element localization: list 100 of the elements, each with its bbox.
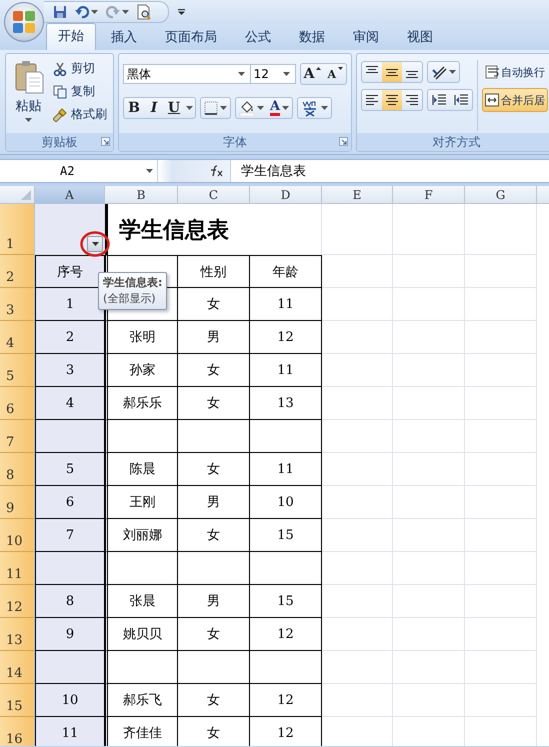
table-cell xyxy=(322,420,393,453)
caret-icon xyxy=(282,72,290,76)
cut-button[interactable]: 剪切 xyxy=(51,58,109,79)
indent-icon xyxy=(453,92,469,108)
font-size-dropdown[interactable]: 12 xyxy=(250,64,296,84)
ribbon-tab[interactable]: 数据 xyxy=(286,24,338,50)
paste-button[interactable]: 粘贴 xyxy=(10,58,47,133)
grow-font-button[interactable]: A xyxy=(300,64,324,84)
row-header[interactable]: 11 xyxy=(0,552,35,585)
customize-button[interactable] xyxy=(175,8,188,16)
ribbon-tab[interactable]: 公式 xyxy=(232,24,284,50)
underline-button[interactable]: U xyxy=(164,98,184,118)
merge-center-button[interactable]: 合并后居 xyxy=(482,88,548,112)
font-name-dropdown[interactable]: 黑体 xyxy=(123,64,251,84)
table-cell: 年龄 xyxy=(250,255,322,288)
redo-button[interactable] xyxy=(103,4,132,20)
column-header[interactable]: F xyxy=(393,186,465,204)
row-header[interactable]: 2 xyxy=(0,255,35,288)
row-header[interactable]: 4 xyxy=(0,321,35,354)
row-header[interactable]: 1 xyxy=(0,204,35,255)
caret-icon xyxy=(186,106,193,110)
dropdown-button[interactable] xyxy=(87,236,103,252)
column-header[interactable]: C xyxy=(178,186,250,204)
caret-icon xyxy=(449,70,456,74)
row-header[interactable]: 13 xyxy=(0,618,35,651)
column-header[interactable]: G xyxy=(465,186,537,204)
formula-field[interactable]: 学生信息表 xyxy=(230,160,549,182)
table-cell xyxy=(393,486,465,519)
italic-button[interactable]: I xyxy=(144,98,164,118)
table-cell: 10 xyxy=(250,486,322,519)
table-cell xyxy=(322,684,393,717)
row-header[interactable]: 7 xyxy=(0,420,35,453)
table-cell: 女 xyxy=(178,717,250,746)
copy-button[interactable]: 复制 xyxy=(51,81,109,102)
table-cell: 11 xyxy=(250,453,322,486)
table-cell xyxy=(322,486,393,519)
column-header[interactable]: E xyxy=(322,186,393,204)
table-cell xyxy=(393,651,465,684)
undo-arrow-icon xyxy=(75,5,89,19)
table-cell: 男 xyxy=(178,321,250,354)
row-header[interactable]: 14 xyxy=(0,651,35,684)
row-header[interactable]: 10 xyxy=(0,519,35,552)
table-cell xyxy=(178,420,250,453)
table-cell: 姚贝贝 xyxy=(105,618,178,651)
table-cell: 男 xyxy=(178,486,250,519)
row-header[interactable]: 6 xyxy=(0,387,35,420)
up-triangle-icon xyxy=(316,67,322,70)
table-cell xyxy=(393,387,465,420)
shrink-font-button[interactable]: A xyxy=(324,64,346,84)
ribbon-tab[interactable]: 插入 xyxy=(98,24,150,50)
undo-button[interactable] xyxy=(72,4,101,20)
ribbon-tab[interactable]: 页面布局 xyxy=(152,24,230,50)
alignment-button[interactable] xyxy=(382,90,402,110)
row-header[interactable]: 5 xyxy=(0,354,35,387)
alignment-button[interactable] xyxy=(382,62,402,82)
ribbon-tab[interactable]: 开始 xyxy=(46,23,96,50)
redo-arrow-icon xyxy=(106,5,120,19)
table-cell xyxy=(322,321,393,354)
bold-button[interactable]: B xyxy=(124,98,144,118)
table-cell xyxy=(35,552,105,585)
table-cell xyxy=(393,420,465,453)
ribbon-tab[interactable]: 视图 xyxy=(394,24,446,50)
clipboard-icon xyxy=(14,60,44,94)
font-color-button[interactable]: A xyxy=(267,98,292,118)
column-header[interactable]: D xyxy=(250,186,322,204)
table-cell xyxy=(322,288,393,321)
row-header[interactable]: 3 xyxy=(0,288,35,321)
row-header[interactable]: 12 xyxy=(0,585,35,618)
row-header[interactable]: 8 xyxy=(0,453,35,486)
table-cell xyxy=(465,651,537,684)
row-header[interactable]: 16 xyxy=(0,717,35,746)
caret-icon xyxy=(238,72,245,76)
table-cell: 女 xyxy=(178,288,250,321)
wrap-text-button[interactable]: 自动换行 xyxy=(482,60,548,84)
group-label: 对齐方式 xyxy=(432,134,480,150)
align-bottom-icon xyxy=(406,71,418,78)
table-cell xyxy=(322,585,393,618)
table-cell: 15 xyxy=(250,585,322,618)
row-header[interactable]: 15 xyxy=(0,684,35,717)
row-header[interactable]: 9 xyxy=(0,486,35,519)
align-center-icon xyxy=(386,95,398,105)
table-cell: 3 xyxy=(35,354,105,387)
table-cell: 齐佳佳 xyxy=(105,717,178,746)
caret-icon xyxy=(92,242,98,246)
table-cell: 12 xyxy=(250,717,322,746)
tooltip-text: (全部显示) xyxy=(103,291,157,307)
table-cell: 12 xyxy=(250,618,322,651)
page-magnifier-icon xyxy=(137,4,151,20)
group-label: 剪贴板 xyxy=(42,134,78,150)
table-cell: 郝乐乐 xyxy=(105,387,178,420)
ribbon-tab[interactable]: 审阅 xyxy=(340,24,392,50)
column-header[interactable]: B xyxy=(105,186,178,204)
fx-function-icon xyxy=(208,165,224,177)
merge-cells-icon xyxy=(485,93,499,107)
format-painter-button[interactable]: 格式刷 xyxy=(51,104,109,125)
table-cell: 女 xyxy=(178,453,250,486)
column-header[interactable]: A xyxy=(35,186,105,204)
table-cell xyxy=(322,453,393,486)
table-cell xyxy=(322,651,393,684)
border-grid-icon xyxy=(204,101,218,115)
